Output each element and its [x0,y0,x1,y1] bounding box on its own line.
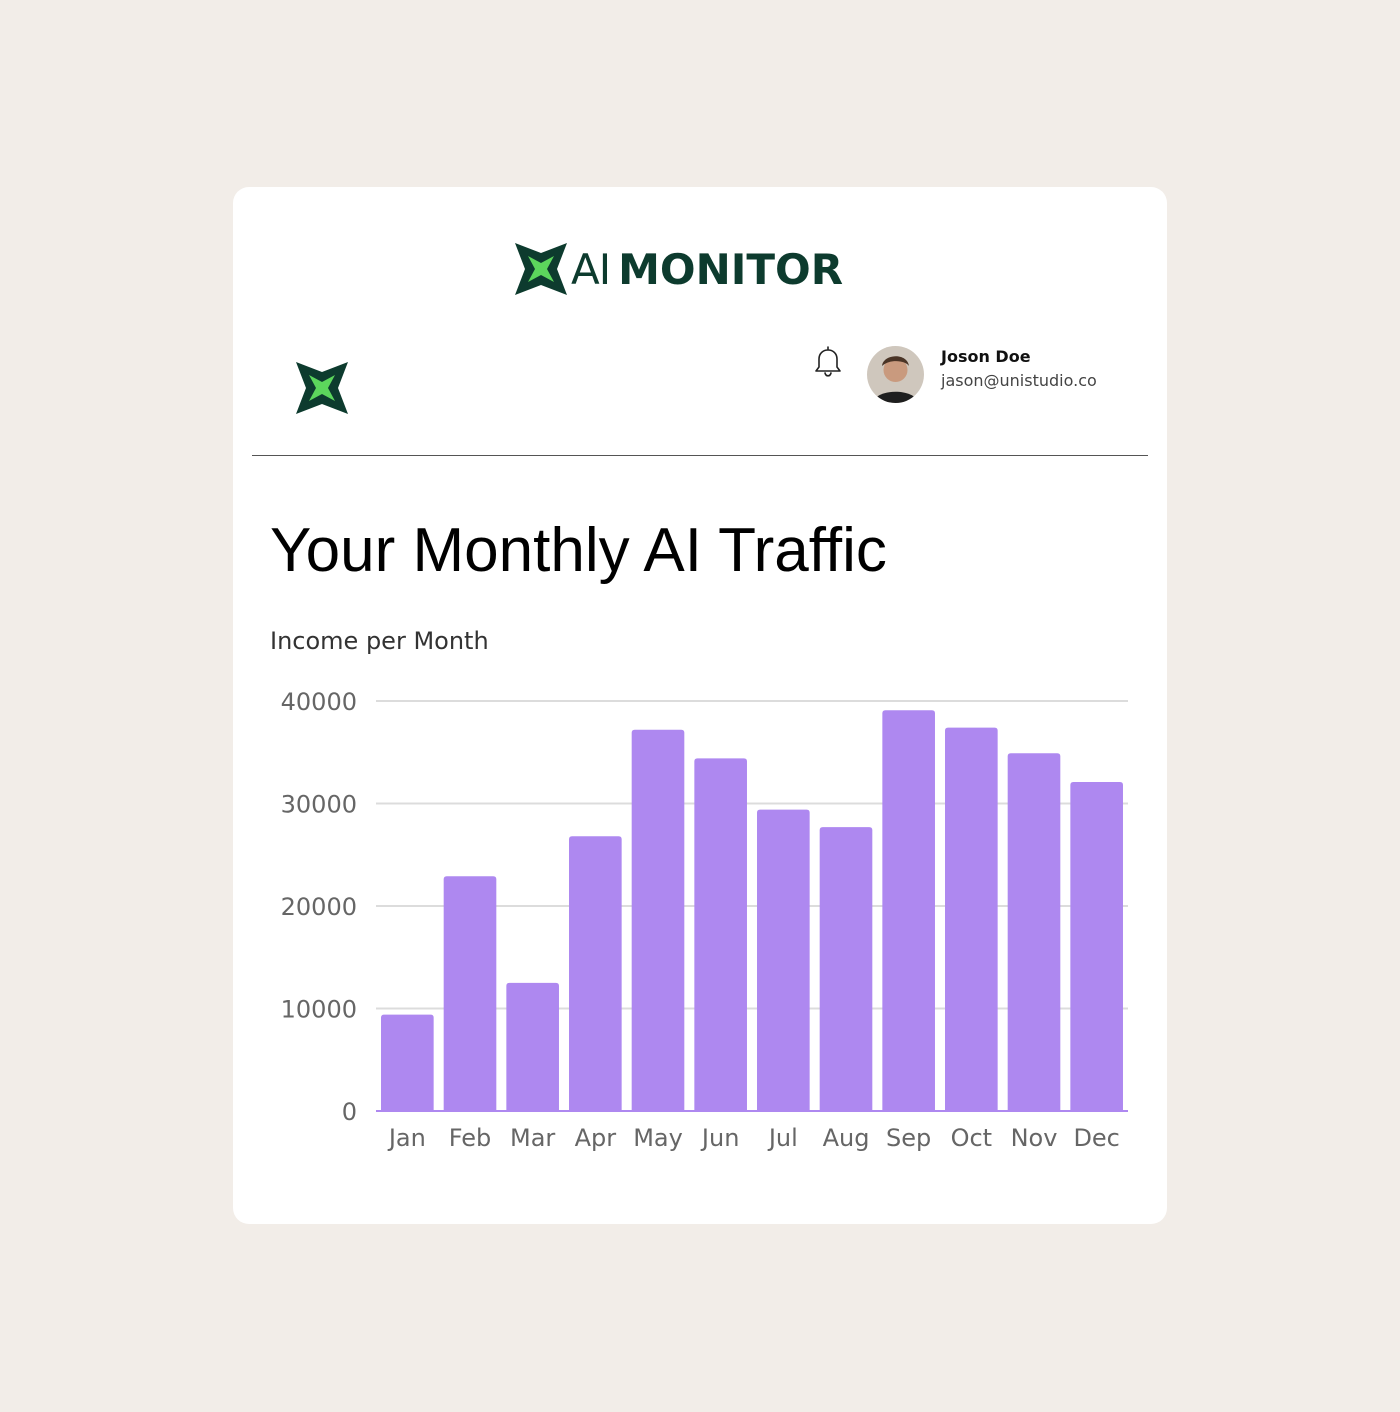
x-tick-label: Sep [886,1124,931,1152]
dashboard-card: AI MONITOR Joson Doe jason@unistudio.co … [233,187,1167,1224]
x-tick-label: Nov [1011,1124,1058,1152]
bar-jul [757,809,810,1111]
bar-nov [1007,753,1061,1111]
y-tick-label: 0 [342,1098,357,1126]
bar-may [631,729,685,1111]
x-tick-label: Apr [575,1124,617,1152]
y-tick-label: 40000 [281,688,357,716]
bar-oct [945,727,998,1111]
x-tick-label: Feb [449,1124,492,1152]
bar-jan [381,1014,434,1111]
y-tick-label: 10000 [281,996,357,1024]
income-bar-chart: 0 10000 20000 30000 40000 Jan Feb Mar Apr May Jun J… [281,688,1128,1152]
bar-apr [569,836,622,1111]
x-tick-label: Jan [387,1124,426,1152]
bar-mar [506,982,559,1111]
y-tick-label: 20000 [281,893,357,921]
bar-jun [694,758,747,1111]
bar-aug [819,827,873,1111]
x-tick-label: Aug [823,1124,870,1152]
x-tick-label: May [633,1124,683,1152]
x-tick-label: Oct [951,1124,993,1152]
x-tick-label: Dec [1073,1124,1119,1152]
bar-dec [1070,781,1123,1111]
x-tick-label: Jul [767,1124,798,1152]
y-tick-label: 30000 [281,791,357,819]
x-tick-label: Mar [510,1124,555,1152]
bar-feb [443,876,497,1111]
bar-sep [882,710,935,1111]
x-tick-label: Jun [700,1124,740,1152]
